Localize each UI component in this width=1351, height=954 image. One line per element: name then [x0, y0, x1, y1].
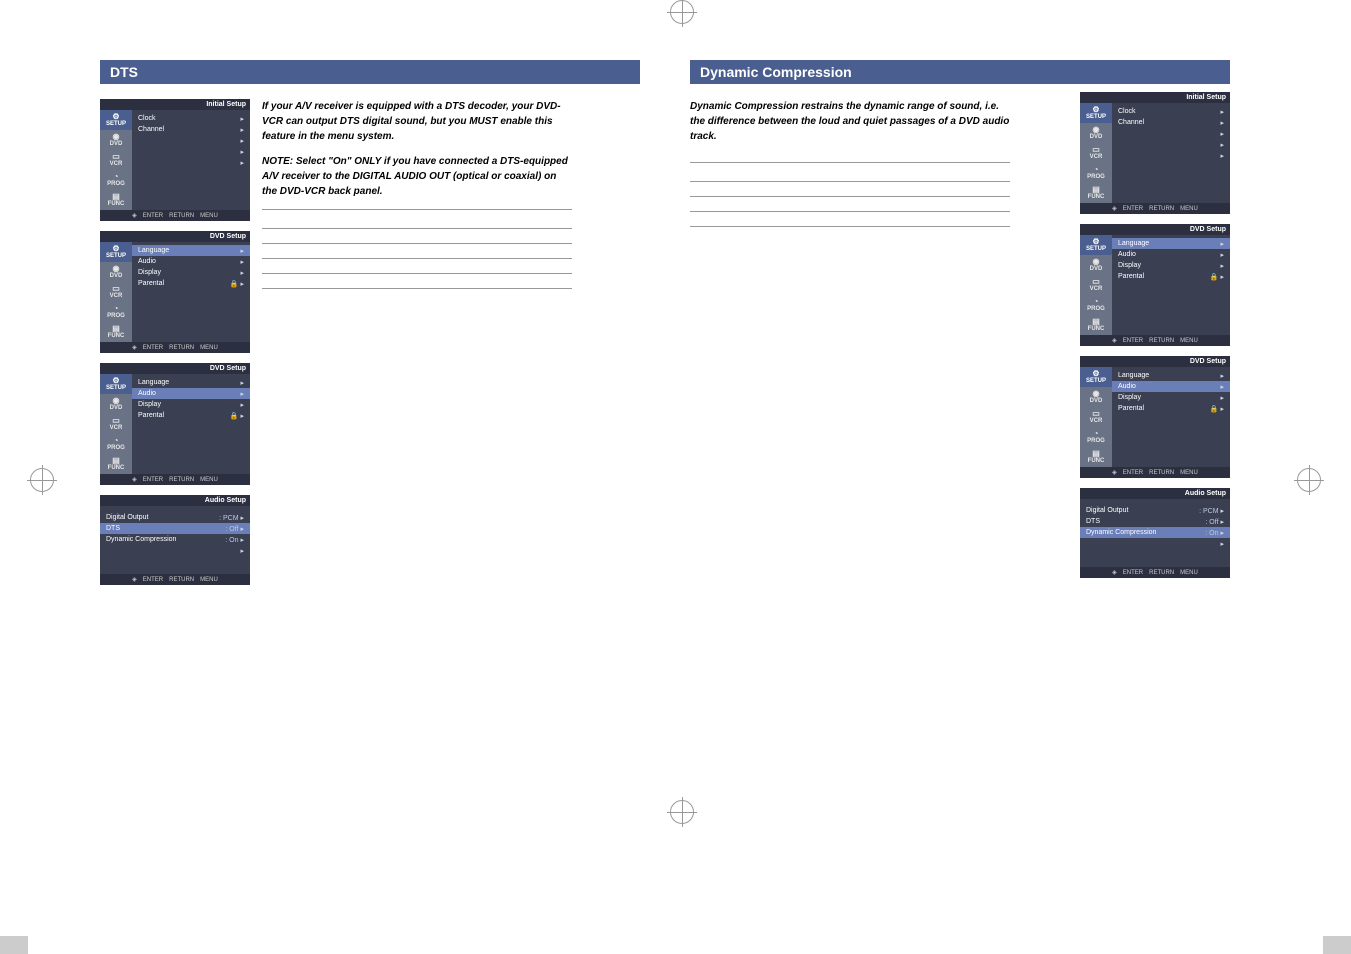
screenshot-dvd-setup-language: DVD Setup ⚙SETUP ◉DVD ▭VCR ◔PROG ▤FUNC L… — [100, 231, 250, 353]
lock-icon: 🔒 — [230, 281, 239, 288]
gear-icon: ⚙ — [100, 113, 132, 121]
page-margin-mark — [1323, 936, 1351, 954]
lock-icon: 🔒 — [230, 413, 239, 420]
body-copy-dts: If your A/V receiver is equipped with a … — [262, 99, 572, 199]
screenshot-dvd-setup-language: DVD Setup ⚙SETUP ◉DVD ▭VCR ◔PROG ▤FUNC L… — [1080, 224, 1230, 346]
lock-icon: 🔒 — [1210, 406, 1219, 413]
func-icon: ▤ — [100, 193, 132, 201]
tape-icon: ▭ — [100, 153, 132, 161]
clock-icon: ◔ — [100, 173, 132, 181]
figure-column-right: Initial Setup ⚙SETUP ◉DVD ▭VCR ◔PROG ▤FU… — [1080, 92, 1230, 578]
body-copy-dynamic-compression: Dynamic Compression restrains the dynami… — [690, 99, 1010, 144]
screenshot-initial-setup: Initial Setup ⚙SETUP ◉DVD ▭VCR ◔PROG ▤FU… — [1080, 92, 1230, 214]
page-title-dts: DTS — [100, 60, 640, 84]
registration-mark-icon — [30, 468, 54, 492]
registration-mark-icon — [670, 800, 694, 824]
screenshot-audio-setup-dyncomp: Audio Setup Digital Output: PCM ▸ DTS: O… — [1080, 488, 1230, 578]
page-title-dynamic-compression: Dynamic Compression — [690, 60, 1230, 84]
writing-lines — [262, 209, 572, 289]
page-margin-mark — [0, 936, 28, 954]
registration-mark-icon — [670, 0, 694, 24]
right-page: Dynamic Compression Dynamic Compression … — [690, 60, 1230, 241]
registration-mark-icon — [1297, 468, 1321, 492]
left-page: DTS Initial Setup ⚙SETUP ◉DVD ▭VCR ◔PROG… — [100, 60, 640, 585]
figure-column-left: Initial Setup ⚙SETUP ◉DVD ▭VCR ◔PROG ▤FU… — [100, 99, 250, 585]
screenshot-initial-setup: Initial Setup ⚙SETUP ◉DVD ▭VCR ◔PROG ▤FU… — [100, 99, 250, 221]
screenshot-dvd-setup-audio: DVD Setup ⚙SETUP ◉DVD ▭VCR ◔PROG ▤FUNC L… — [100, 363, 250, 485]
disc-icon: ◉ — [100, 133, 132, 141]
writing-lines — [690, 162, 1010, 227]
lock-icon: 🔒 — [1210, 274, 1219, 281]
screenshot-dvd-setup-audio: DVD Setup ⚙SETUP ◉DVD ▭VCR ◔PROG ▤FUNC L… — [1080, 356, 1230, 478]
screenshot-audio-setup-dts: Audio Setup Digital Output: PCM ▸ DTS: O… — [100, 495, 250, 585]
